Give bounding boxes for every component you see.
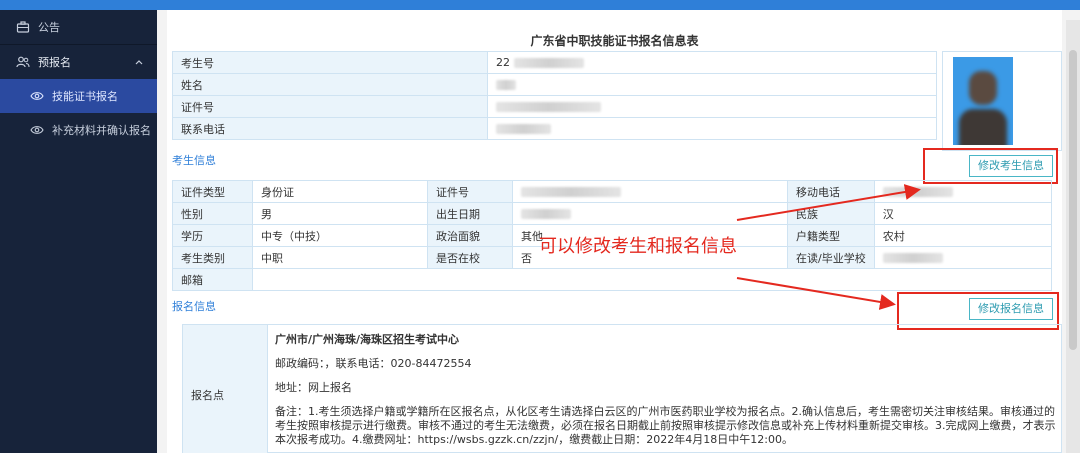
annotation-arrows (736, 184, 921, 310)
redacted-value (521, 187, 621, 197)
top-bar (0, 0, 1080, 10)
sidebar-item-preregistration[interactable]: 预报名 (0, 45, 157, 79)
scrollbar[interactable] (1066, 20, 1080, 453)
briefcase-icon (16, 21, 30, 33)
gender-label: 性别 (172, 202, 253, 225)
in-school-label: 是否在校 (427, 246, 513, 269)
photo-frame (942, 51, 1062, 151)
id-type-label: 证件类型 (172, 180, 253, 203)
arrow-to-registration-button (736, 277, 896, 310)
main-area: 广东省中职技能证书报名信息表 考生号 22 姓名 证件号 联系电话 考生信息 修… (157, 10, 1080, 453)
phone-value (487, 117, 937, 140)
politics-label: 政治面貌 (427, 224, 513, 247)
redacted-value (521, 209, 571, 219)
table-row: 姓名 (172, 73, 937, 96)
phone-label: 联系电话 (172, 117, 488, 140)
chevron-up-icon[interactable] (135, 59, 143, 65)
redacted-value (513, 58, 584, 68)
id-no-value (487, 95, 937, 118)
registration-section-title: 报名信息 (172, 300, 216, 313)
contact-info: 邮政编码：，联系电话：020-84472554 (275, 357, 472, 370)
education-label: 学历 (172, 224, 253, 247)
redacted-value (496, 124, 551, 134)
users-icon (16, 56, 30, 68)
registration-point-label: 报名点 (183, 325, 268, 453)
category-value: 中职 (252, 246, 428, 269)
sidebar-item-skill-certificate[interactable]: 技能证书报名 (0, 79, 157, 113)
form-title: 广东省中职技能证书报名信息表 (530, 34, 699, 48)
candidate-section-title: 考生信息 (172, 154, 216, 167)
gender-value: 男 (252, 202, 428, 225)
eye-icon (30, 92, 44, 100)
redacted-value (496, 102, 601, 112)
sidebar-item-label: 公告 (38, 21, 60, 34)
email-label: 邮箱 (172, 268, 253, 291)
education-value: 中专（中技） (252, 224, 428, 247)
annotation-text: 可以修改考生和报名信息 (539, 236, 737, 257)
name-value (487, 73, 937, 96)
id-no-label: 证件号 (172, 95, 488, 118)
sidebar-item-supplement-confirm[interactable]: 补充材料并确认报名 (0, 113, 157, 147)
sidebar: 公告 预报名 技能证书报名 补充材料并确认报名 (0, 10, 157, 453)
registration-details: 广州市/广州海珠/海珠区招生考试中心 邮政编码：，联系电话：020-844725… (275, 333, 1060, 453)
sidebar-item-label: 预报名 (38, 56, 71, 69)
table-row: 证件号 (172, 95, 937, 118)
candidate-no-value: 22 (487, 51, 937, 74)
registration-block: 报名点 广州市/广州海珠/海珠区招生考试中心 邮政编码：，联系电话：020-84… (182, 324, 1062, 453)
exam-center: 广州市/广州海珠/海珠区招生考试中心 (275, 333, 460, 346)
table-row: 联系电话 (172, 117, 937, 140)
address: 地址：网上报名 (275, 381, 352, 394)
arrow-to-candidate-button (736, 184, 921, 221)
scrollbar-thumb[interactable] (1069, 50, 1077, 350)
candidate-no-label: 考生号 (172, 51, 488, 74)
eye-icon (30, 126, 44, 134)
candidate-photo (953, 57, 1013, 145)
id-type-value: 身份证 (252, 180, 428, 203)
basic-info-table: 考生号 22 姓名 证件号 联系电话 (172, 51, 937, 140)
category-label: 考生类别 (172, 246, 253, 269)
sidebar-item-announcement[interactable]: 公告 (0, 10, 157, 44)
edit-candidate-button[interactable]: 修改考生信息 (969, 155, 1053, 177)
form-paper: 广东省中职技能证书报名信息表 考生号 22 姓名 证件号 联系电话 考生信息 修… (167, 10, 1062, 453)
sidebar-item-label: 技能证书报名 (52, 90, 118, 103)
birth-label: 出生日期 (427, 202, 513, 225)
table-row: 考生号 22 (172, 51, 937, 74)
notes: 备注：1.考生须选择户籍或学籍所在区报名点，从化区考生请选择白云区的广州市医药职… (275, 405, 1056, 446)
name-label: 姓名 (172, 73, 488, 96)
id-no-label: 证件号 (427, 180, 513, 203)
sidebar-item-label: 补充材料并确认报名 (52, 124, 151, 137)
redacted-value (496, 80, 516, 90)
